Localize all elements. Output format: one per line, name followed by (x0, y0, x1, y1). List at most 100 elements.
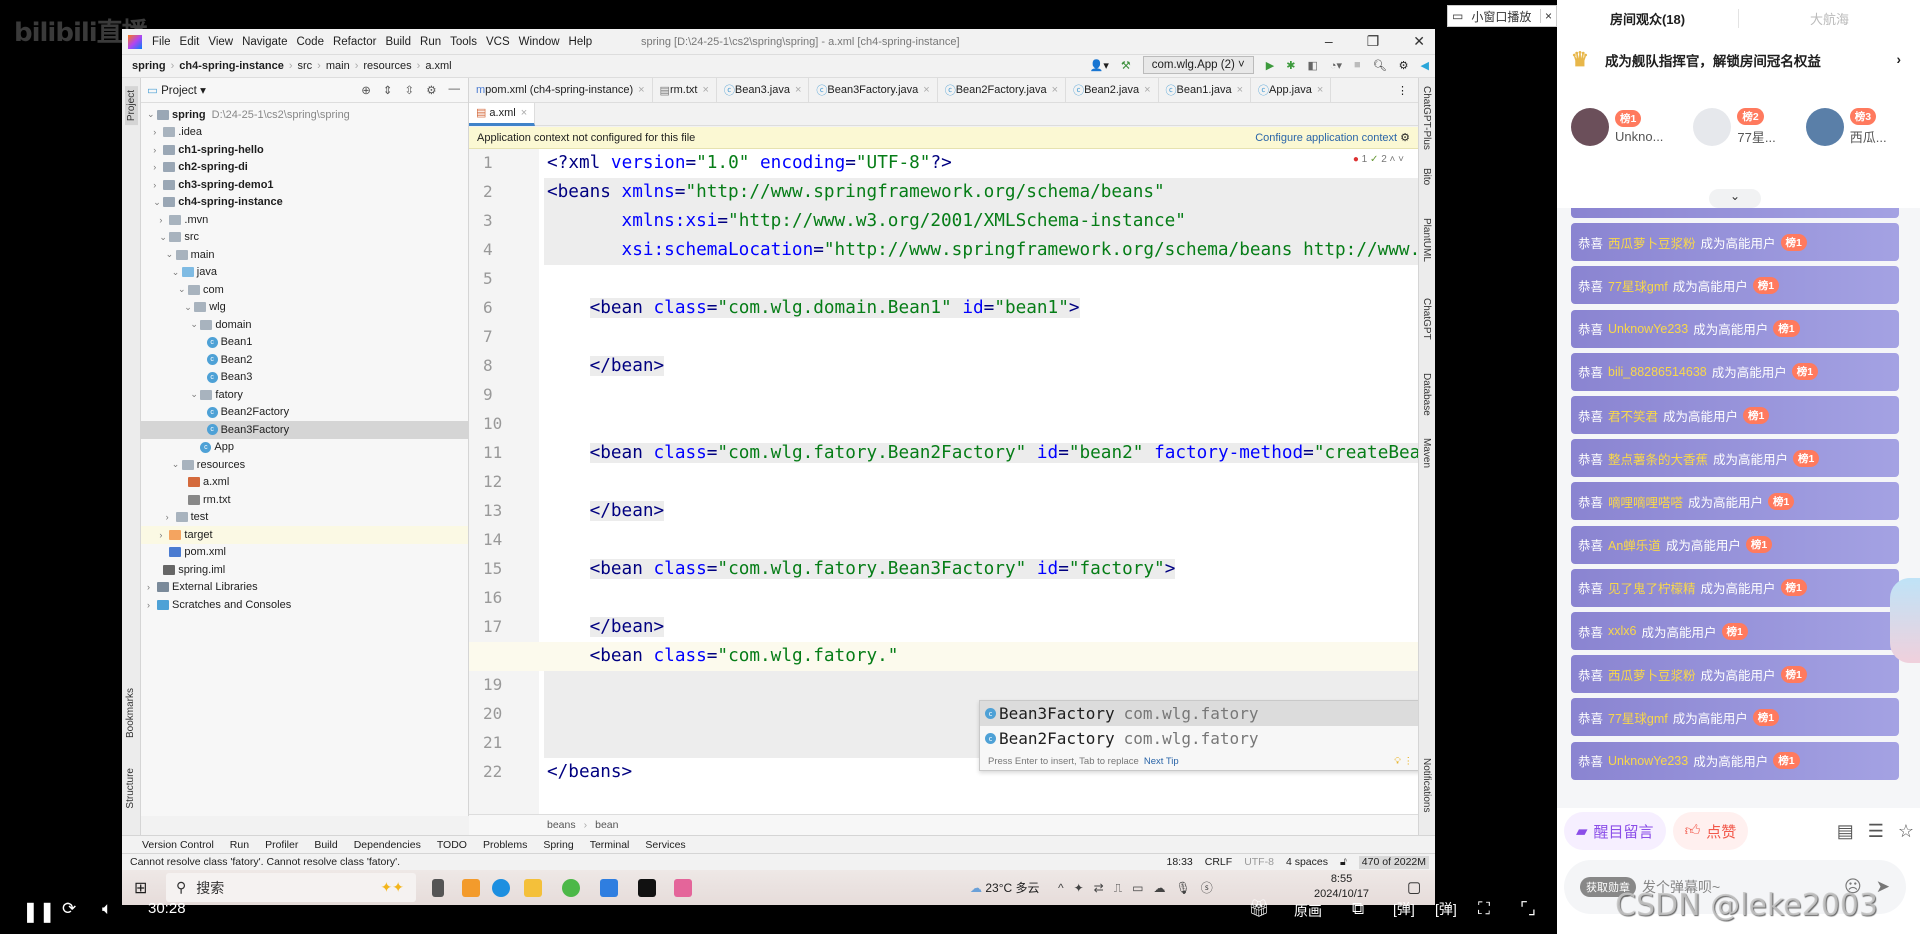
danmaku-settings-icon[interactable]: ▤ (1837, 821, 1854, 842)
chevron-icon[interactable]: ⌄ (178, 284, 188, 295)
tree-item[interactable]: ⌄ resources (141, 456, 468, 474)
configure-context-link[interactable]: Configure application context (1255, 132, 1397, 144)
system-tray-icons[interactable]: ^✦⇄⎍▭☁🎙︎ⓢ (1058, 879, 1223, 896)
code-line[interactable]: <bean class="com.wlg.fatory.Bean2Factory… (547, 439, 1418, 468)
code-line[interactable]: <beans xmlns="http://www.springframework… (547, 178, 1165, 207)
fullscreen-icon[interactable]: ⌜⌟ (1520, 899, 1536, 919)
star-icon[interactable]: ☆ (1898, 821, 1914, 842)
toolwindow-run[interactable]: Run (230, 839, 249, 851)
feed-username[interactable]: 整点薯条的大香蕉 (1608, 449, 1708, 468)
web-fullscreen-icon[interactable]: ⛶ (1478, 899, 1490, 919)
toolwindow-version-control[interactable]: Version Control (142, 839, 214, 851)
menu-file[interactable]: File (152, 36, 171, 48)
toolwindow-profiler[interactable]: Profiler (265, 839, 298, 851)
edge-icon[interactable] (492, 879, 510, 897)
tab-fleet[interactable]: 大航海 (1739, 9, 1920, 28)
feed-username[interactable]: 西瓜萝卜豆浆粉 (1608, 233, 1696, 252)
menu-build[interactable]: Build (385, 36, 411, 48)
chevron-icon[interactable]: › (153, 145, 163, 155)
plugin-logo-icon[interactable]: ◀ (1421, 59, 1429, 72)
notification-center-icon[interactable]: ▢ (1407, 878, 1421, 896)
chevron-icon[interactable]: ⌄ (184, 302, 194, 313)
taskbar-clock[interactable]: 8:55 2024/10/17 (1314, 872, 1369, 902)
editor-tab[interactable]: ⓒ Bean2Factory.java × (938, 77, 1067, 103)
tree-item[interactable]: rm.txt (141, 491, 468, 509)
pip-icon[interactable]: ⧉ (1352, 899, 1364, 919)
taskbar-search[interactable]: ⚲ 搜索 ✦✦ (166, 873, 416, 902)
crumb-bean[interactable]: bean (595, 819, 618, 831)
hide-icon[interactable]: — (449, 83, 461, 97)
like-button[interactable]: 👍︎ 点赞 (1672, 812, 1749, 850)
refresh-icon[interactable]: ⟳ (62, 899, 76, 919)
breadcrumb-item[interactable]: ch4-spring-instance (179, 60, 284, 72)
stripe-notifications[interactable]: Notifications (1421, 758, 1432, 812)
feed-username[interactable]: An蝉乐道 (1608, 535, 1661, 554)
pip-button[interactable]: ▭ 小窗口播放 × (1447, 5, 1557, 27)
lightbulb-icon[interactable]: 💡︎ ⋮ (1394, 756, 1413, 767)
stripe-bookmarks[interactable]: Bookmarks (125, 688, 136, 738)
inspection-widget[interactable]: ● 1 ✓ 2 ˄ ˅ (1353, 154, 1404, 165)
breadcrumb-item[interactable]: a.xml (425, 60, 451, 72)
stripe-database[interactable]: Database (1421, 373, 1432, 416)
indent-setting[interactable]: 4 spaces (1286, 856, 1328, 869)
editor-tab[interactable]: ⓒ Bean2.java × (1066, 77, 1159, 103)
caret-position[interactable]: 18:33 (1166, 856, 1192, 869)
breadcrumb-item[interactable]: spring (132, 60, 166, 72)
breadcrumb-item[interactable]: main (326, 60, 350, 72)
superchat-button[interactable]: ▰ 醒目留言 (1564, 812, 1666, 850)
completion-item[interactable]: c Bean3Factory com.wlg.fatory (980, 701, 1418, 726)
stop-icon[interactable]: ■ (1354, 59, 1361, 71)
feed-username[interactable]: 77星球gmf (1608, 708, 1668, 727)
lock-icon[interactable]: 🔓︎ (1340, 856, 1347, 869)
tree-item[interactable]: › ch1-spring-hello (141, 141, 468, 159)
tree-item[interactable]: › .mvn (141, 211, 468, 229)
chevron-icon[interactable]: ⌄ (153, 197, 163, 208)
tree-item[interactable]: c Bean1 (141, 334, 468, 352)
menu-refactor[interactable]: Refactor (333, 36, 376, 48)
fleet-banner[interactable]: ♛ 成为舰队指挥官，解锁房间冠名权益 › (1571, 47, 1901, 72)
code-line[interactable]: <bean class="com.wlg.domain.Bean1" id="b… (547, 294, 1080, 323)
tree-item[interactable]: ⌄ ch4-spring-instance (141, 194, 468, 212)
close-tab-icon[interactable]: × (521, 107, 527, 119)
menu-help[interactable]: Help (569, 36, 593, 48)
tree-item[interactable]: › test (141, 509, 468, 527)
tree-item[interactable]: c Bean2 (141, 351, 468, 369)
feed-username[interactable]: UnknowYe233 (1608, 754, 1688, 768)
restore-button[interactable]: ❐ (1367, 33, 1380, 50)
code-line[interactable]: xmlns:xsi="http://www.w3.org/2001/XMLSch… (547, 207, 1186, 236)
code-editor[interactable]: 12345678910111213141516171819202122 <?xm… (469, 149, 1418, 814)
coverage-icon[interactable]: ◧ (1307, 59, 1317, 72)
chevron-icon[interactable]: › (159, 530, 169, 540)
feed-username[interactable]: 君不笑君 (1608, 406, 1658, 425)
collapse-all-icon[interactable]: ⇳ (405, 83, 415, 97)
tree-item[interactable]: spring.iml (141, 561, 468, 579)
windows-start-icon[interactable]: ⊞ (134, 878, 147, 898)
profile-icon[interactable]: ◔▾ (1330, 59, 1342, 72)
breadcrumb-item[interactable]: src (298, 60, 313, 72)
account-icon[interactable]: 👤▾ (1090, 59, 1109, 72)
top-viewer[interactable]: 榜3 西瓜... (1805, 108, 1887, 146)
tree-item[interactable]: ⌄ com (141, 281, 468, 299)
toolwindow-terminal[interactable]: Terminal (590, 839, 630, 851)
run-icon[interactable]: ▶ (1266, 59, 1274, 72)
tree-item[interactable]: ⌄ java (141, 264, 468, 282)
editor-tab[interactable]: ▤ rm.txt × (653, 77, 717, 103)
close-tab-icon[interactable]: × (1237, 84, 1243, 96)
editor-tab[interactable]: ⓒ App.java × (1251, 77, 1332, 103)
code-line[interactable]: </bean> (547, 613, 665, 642)
intellij-taskbar-icon[interactable] (638, 879, 656, 897)
gear-icon[interactable]: ⚙ (426, 83, 436, 97)
chevron-icon[interactable]: ⌄ (190, 389, 200, 400)
editor-tab[interactable]: m pom.xml (ch4-spring-instance) × (469, 77, 653, 103)
close-tab-icon[interactable]: × (638, 84, 644, 96)
chevron-icon[interactable]: ⌄ (172, 267, 182, 278)
chevron-icon[interactable]: › (159, 215, 169, 225)
gift-off-icon[interactable]: 🎁︎ (1248, 899, 1270, 919)
memory-indicator[interactable]: 470 of 2022M (1358, 855, 1429, 869)
danmaku-settings-icon[interactable]: [弹] (1435, 899, 1457, 919)
chevron-icon[interactable]: › (147, 582, 157, 592)
feed-username[interactable]: xxlx6 (1608, 624, 1636, 638)
close-tab-icon[interactable]: × (923, 84, 929, 96)
tree-item[interactable]: › target (141, 526, 468, 544)
list-icon[interactable]: ☰ (1868, 821, 1884, 842)
